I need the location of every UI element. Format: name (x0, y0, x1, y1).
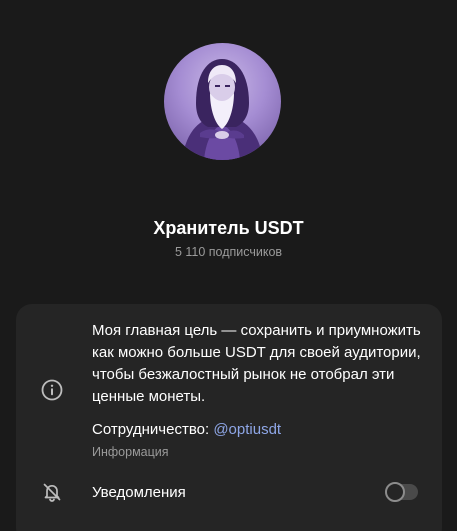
channel-avatar[interactable] (164, 43, 281, 160)
collaboration-line: Сотрудничество: @optiusdt (92, 421, 281, 438)
toggle-knob (385, 482, 405, 502)
info-circle-icon (41, 379, 63, 401)
channel-description: Моя главная цель — сохранить и приумножи… (92, 322, 421, 405)
channel-title: Хранитель USDT (153, 218, 304, 238)
notifications-label: Уведомления (92, 484, 186, 501)
subscriber-count: 5 110 подписчиков (174, 245, 283, 259)
wizard-avatar-image (182, 59, 263, 160)
notifications-toggle[interactable] (385, 482, 418, 502)
collaboration-link[interactable]: @optiusdt (213, 421, 281, 438)
info-section-label: Информация (92, 445, 169, 459)
bell-off-icon (43, 483, 61, 502)
collaboration-label: Сотрудничество: (92, 421, 214, 438)
channel-profile-screen: Хранитель USDT 5 110 подписчиков Моя гла… (0, 0, 457, 531)
